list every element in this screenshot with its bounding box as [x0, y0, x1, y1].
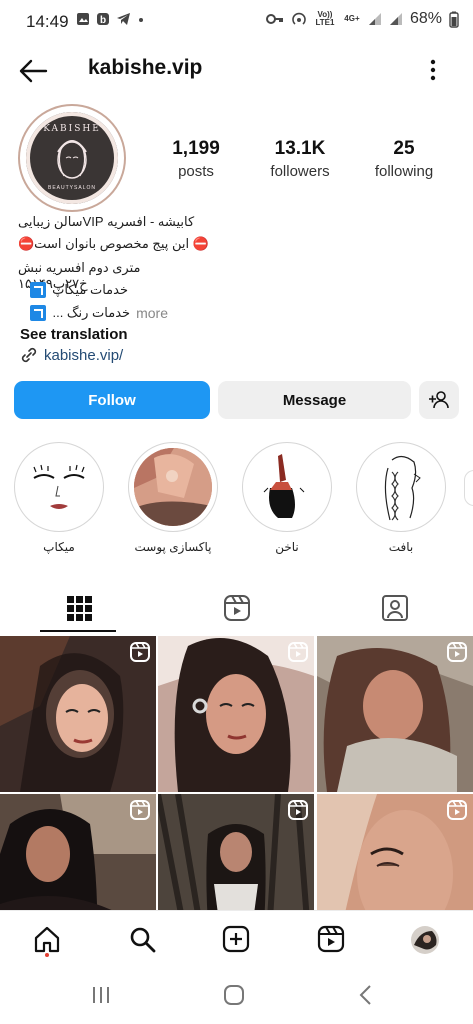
reels-nav-icon[interactable] — [317, 925, 345, 953]
profile-header: kabishe.vip — [0, 46, 473, 94]
add-user-icon — [429, 391, 449, 409]
key-icon — [265, 14, 283, 24]
hotspot-icon — [292, 12, 306, 25]
grid-post-2[interactable] — [158, 636, 314, 792]
highlight-ring — [14, 442, 104, 532]
logo-sub-text: BEAUTYSALON — [48, 185, 96, 191]
profile-website-link[interactable]: kabishe.vip/ — [20, 346, 123, 364]
highlight-ring — [356, 442, 446, 532]
bio-line-5-text: خدمات رنگ ... — [52, 305, 131, 320]
tagged-person-icon — [381, 595, 408, 621]
highlight-nails[interactable]: ناخن — [242, 442, 332, 554]
arrow-emoji-icon — [30, 282, 47, 298]
highlight-label: میکاپ — [43, 540, 75, 554]
posts-label: posts — [178, 163, 214, 180]
battery-icon — [449, 11, 459, 28]
profile-content-tabs — [0, 584, 473, 632]
grid-post-3[interactable] — [317, 636, 473, 792]
follow-button[interactable]: Follow — [14, 381, 210, 419]
4g-indicator: 4G+ — [344, 14, 360, 23]
highlight-makeup-cover — [20, 448, 98, 526]
bio-line-2: ⛔ این پیج مخصوص بانوان است⛔ — [18, 236, 209, 251]
posts-count: 1,199 — [172, 138, 220, 159]
status-bar: 14:49 b Vo)) LTE1 4G+ 68% — [0, 0, 473, 44]
nail-polish-icon — [263, 454, 305, 518]
signal-icon-1 — [368, 13, 381, 25]
reels-icon — [223, 595, 250, 621]
bio-line-1: کابیشه - افسریه VIPسالن زیبایی — [18, 214, 195, 229]
profile-avatar-nav-icon[interactable] — [410, 925, 440, 955]
svg-text:b: b — [100, 15, 106, 26]
link-icon — [21, 347, 37, 363]
stat-following[interactable]: 25 following — [359, 138, 449, 180]
reel-badge-icon — [447, 800, 467, 820]
bio-line-5: خدمات رنگ ... more — [18, 305, 168, 321]
tab-posts-grid[interactable] — [0, 584, 157, 632]
highlight-label: ناخن — [275, 540, 299, 554]
status-notification-icons: b — [76, 12, 145, 26]
highlight-label: بافت — [388, 540, 414, 554]
back-button-icon[interactable] — [356, 984, 378, 1006]
followers-count: 13.1K — [274, 138, 326, 159]
face-sketch-icon — [33, 464, 85, 509]
home-icon[interactable] — [33, 925, 61, 953]
reel-badge-icon — [288, 642, 308, 662]
grid-icon — [66, 596, 92, 621]
reel-badge-icon — [130, 642, 150, 662]
battery-percent: 68% — [409, 10, 442, 27]
reel-badge-icon — [447, 642, 467, 662]
signal-icon-2 — [389, 13, 402, 25]
highlight-label: پاکسازی پوست — [134, 540, 212, 554]
create-post-icon[interactable] — [222, 925, 250, 953]
tab-tagged[interactable] — [316, 584, 473, 632]
highlight-partial-next[interactable] — [464, 470, 473, 506]
avatar-logo: KABISHE BEAUTYSALON — [26, 112, 118, 204]
reel-badge-icon — [288, 800, 308, 820]
braid-sketch-icon — [384, 455, 421, 521]
bio-line-4: خدمات میکاپ — [18, 282, 128, 298]
volte-indicator: Vo)) LTE1 — [315, 10, 335, 27]
highlight-braids-cover — [362, 448, 440, 526]
highlight-skincare[interactable]: پاکسازی پوست — [128, 442, 218, 554]
active-tab-indicator — [40, 630, 116, 632]
more-options-icon[interactable] — [424, 58, 442, 82]
bottom-navigation — [0, 910, 473, 969]
highlight-nails-cover — [248, 448, 326, 526]
reel-badge-icon — [130, 800, 150, 820]
website-link-text: kabishe.vip/ — [44, 346, 124, 364]
suggested-users-button[interactable] — [419, 381, 459, 419]
system-navigation-bar — [0, 968, 473, 1024]
grid-post-1[interactable] — [0, 636, 156, 792]
telegram-icon — [117, 13, 130, 25]
tab-reels[interactable] — [158, 584, 315, 632]
back-arrow-icon[interactable] — [18, 58, 48, 84]
arrow-emoji-icon — [30, 305, 47, 321]
message-button[interactable]: Message — [218, 381, 411, 419]
highlight-skincare-cover — [134, 448, 212, 526]
highlight-ring — [242, 442, 332, 532]
recent-apps-icon[interactable] — [90, 984, 112, 1006]
following-count: 25 — [393, 138, 415, 159]
profile-username: kabishe.vip — [88, 56, 203, 79]
stat-posts[interactable]: 1,199 posts — [151, 138, 241, 180]
bio-line-4-text: خدمات میکاپ — [52, 282, 128, 297]
followers-label: followers — [270, 163, 330, 180]
more-notifications-dot-icon — [139, 18, 143, 22]
profile-avatar[interactable]: KABISHE BEAUTYSALON — [18, 104, 126, 212]
bio-more-link[interactable]: more — [136, 305, 168, 321]
stat-followers[interactable]: 13.1K followers — [255, 138, 345, 180]
search-icon[interactable] — [128, 925, 156, 953]
see-translation-link[interactable]: See translation — [20, 326, 128, 343]
b-app-icon: b — [97, 13, 109, 26]
status-right-icons: Vo)) LTE1 4G+ 68% — [265, 10, 459, 28]
home-notification-dot — [45, 953, 49, 957]
following-label: following — [374, 163, 434, 180]
highlight-braids[interactable]: بافت — [356, 442, 446, 554]
home-button-icon[interactable] — [223, 984, 245, 1006]
highlight-ring — [128, 442, 218, 532]
skincare-photo-icon — [134, 448, 212, 526]
highlight-makeup[interactable]: میکاپ — [14, 442, 104, 554]
gallery-icon — [77, 13, 89, 25]
status-time: 14:49 — [26, 12, 69, 31]
